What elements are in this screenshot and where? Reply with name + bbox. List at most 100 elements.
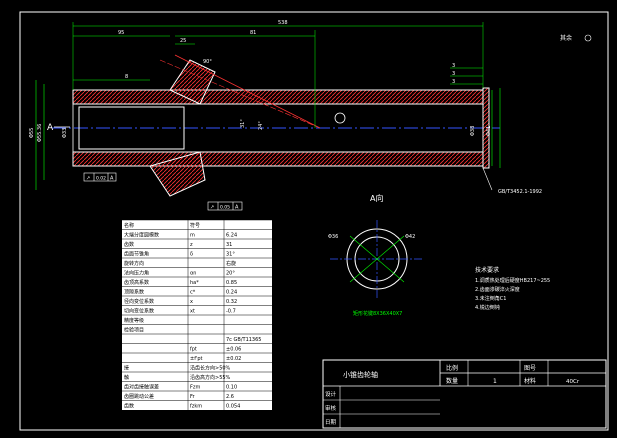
- params-table-cell: 0.85: [226, 280, 237, 286]
- roughness-icon: [584, 34, 592, 42]
- technical-requirements: 技术要求 1.调质热处理后硬度HB217~255 2.齿面渗碳淬火深度 3.未注…: [475, 266, 550, 311]
- params-table-cell: αn: [190, 271, 196, 277]
- params-table-cell: fzkm: [190, 404, 202, 410]
- params-table-cell: 7c GB/T11365: [226, 337, 261, 343]
- params-table-cell: 符号: [190, 222, 200, 229]
- params-table-cell: 齿数: [124, 241, 134, 248]
- dim-right2: Φ38: [470, 126, 476, 136]
- dim-d2: 81: [250, 30, 256, 36]
- svg-text:图号: 图号: [524, 365, 536, 372]
- params-table-cell: 齿面节锥角: [124, 251, 149, 258]
- svg-text:↗: ↗: [210, 205, 214, 211]
- params-table-cell: 齿对齿接触误差: [124, 384, 159, 391]
- svg-text:3.未注倒角C1: 3.未注倒角C1: [475, 295, 506, 302]
- svg-text:日期: 日期: [325, 419, 337, 426]
- thread-note: GB/T3452.1-1992: [498, 189, 542, 195]
- params-table-cell: 右旋: [226, 260, 236, 267]
- params-table-cell: 齿顶高系数: [124, 279, 149, 286]
- params-table-cell: ha*: [190, 280, 199, 286]
- params-table-cell: 大端分度圆模数: [124, 232, 159, 239]
- svg-text:A: A: [235, 205, 239, 211]
- params-table-cell: Fzm: [190, 385, 201, 391]
- dim-d4: 8: [125, 74, 128, 80]
- svg-text:↗: ↗: [86, 176, 90, 182]
- dim-right1: Φ41: [486, 126, 492, 136]
- svg-text:40Cr: 40Cr: [566, 379, 580, 385]
- params-table-cell: 切向变位系数: [124, 308, 154, 315]
- params-table-cell: 0.10: [226, 385, 237, 391]
- params-table-cell: m: [190, 233, 195, 239]
- params-table-cell: 齿数: [124, 403, 134, 410]
- params-table-cell: 名称: [124, 222, 134, 229]
- spline-dia2: Φ42: [405, 234, 415, 240]
- dim-d6: 3: [452, 63, 455, 69]
- params-table-cell: ±0.06: [226, 347, 241, 353]
- params-table-cell: xt: [190, 309, 195, 315]
- params-table-cell: 0.32: [226, 299, 237, 305]
- spline-dia1: Φ36: [328, 234, 338, 240]
- params-table-cell: 触: [124, 374, 129, 381]
- svg-text:0.02: 0.02: [96, 176, 106, 182]
- dim-angle1: 31°: [240, 119, 246, 128]
- dim-total: 538: [278, 20, 288, 26]
- dim-d8: 3: [452, 79, 455, 85]
- dim-d1: 95: [118, 30, 124, 36]
- params-table-cell: 2.6: [226, 394, 234, 400]
- params-table-cell: 法向压力角: [124, 270, 149, 277]
- params-table-cell: 齿圈跳动公差: [124, 393, 154, 400]
- dim-angle2: 24°: [258, 121, 264, 130]
- svg-text:1.调质热处理后硬度HB217~255: 1.调质热处理后硬度HB217~255: [475, 277, 550, 284]
- params-table-cell: x: [190, 299, 193, 305]
- dim-inner: Φ33: [62, 128, 68, 138]
- params-table-cell: 顶隙系数: [124, 289, 144, 296]
- view-label-a: A向: [370, 193, 383, 203]
- params-table-cell: 径向变位系数: [124, 298, 154, 305]
- params-table-cell: c*: [190, 290, 196, 296]
- params-table-cell: fpt: [190, 347, 197, 353]
- params-table-cell: 沿齿长方向>50%: [190, 365, 231, 372]
- svg-text:2.齿面渗碳淬火深度: 2.齿面渗碳淬火深度: [475, 286, 520, 293]
- section-label-a: A: [47, 123, 54, 133]
- shaft-view: 538 95 81 25 8 90° 3 3 3 Φ55 Φ55.36 Φ33 …: [29, 20, 592, 211]
- title-block: 小锥齿轮轴 比例 图号 数量 1 材料 40Cr 设计 审核 日期: [322, 359, 607, 429]
- spline-label: 矩形花键8X36X40X7: [353, 310, 402, 317]
- tolerance-box-2: ↗ 0.05 A: [207, 201, 243, 211]
- svg-text:比例: 比例: [446, 364, 458, 372]
- params-table-cell: 接: [124, 365, 129, 372]
- params-table-cell: 6.24: [226, 233, 237, 239]
- params-table: 名称 符号大端分度圆模数 m 6.24 齿数 z 31 齿面节锥角 δ 31° 旋转方向 右旋法向压力…: [122, 219, 272, 410]
- params-table-cell: 检验项目: [124, 327, 144, 334]
- cad-drawing: 538 95 81 25 8 90° 3 3 3 Φ55 Φ55.36 Φ33 …: [19, 11, 609, 431]
- params-table-cell: ±f'pt: [190, 356, 202, 362]
- params-table-cell: 31°: [226, 252, 235, 258]
- dim-left-dia: Φ55: [29, 128, 35, 138]
- params-table-cell: -0.7: [226, 309, 236, 315]
- params-table-cell: 0.24: [226, 290, 237, 296]
- svg-text:0.05: 0.05: [220, 205, 230, 211]
- params-table-cell: 沿齿高方向>55%: [190, 374, 231, 381]
- params-table-cell: δ: [190, 252, 193, 258]
- dim-d7: 3: [452, 71, 455, 77]
- dim-left-dia2: Φ55.36: [37, 124, 43, 142]
- params-table-cell: 20°: [226, 271, 235, 277]
- section-a-view: A向 Φ36 Φ42 矩形花键8X36X40X7: [328, 193, 424, 317]
- roughness-label: 其余: [560, 34, 572, 42]
- params-table-cell: 0.054: [226, 404, 240, 410]
- svg-text:数量: 数量: [446, 377, 458, 385]
- params-table-cell: z: [190, 242, 193, 248]
- svg-text:设计: 设计: [325, 390, 337, 398]
- params-table-cell: 精度等级: [124, 317, 144, 324]
- svg-text:审核: 审核: [325, 404, 337, 412]
- params-table-cell: 旋转方向: [124, 260, 144, 267]
- tolerance-box-1: ↗ 0.02 A: [83, 172, 117, 182]
- svg-text:材料: 材料: [524, 377, 536, 385]
- dim-d3: 25: [180, 38, 186, 44]
- dim-d5: 90°: [203, 59, 212, 65]
- svg-text:A: A: [110, 176, 114, 182]
- svg-text:技术要求: 技术要求: [475, 266, 499, 274]
- svg-text:4.锐边倒钝: 4.锐边倒钝: [475, 304, 500, 311]
- params-table-cell: 31: [226, 242, 232, 248]
- svg-text:1: 1: [493, 378, 497, 385]
- params-table-cell: ±0.02: [226, 356, 241, 362]
- title-block-title: 小锥齿轮轴: [343, 370, 378, 379]
